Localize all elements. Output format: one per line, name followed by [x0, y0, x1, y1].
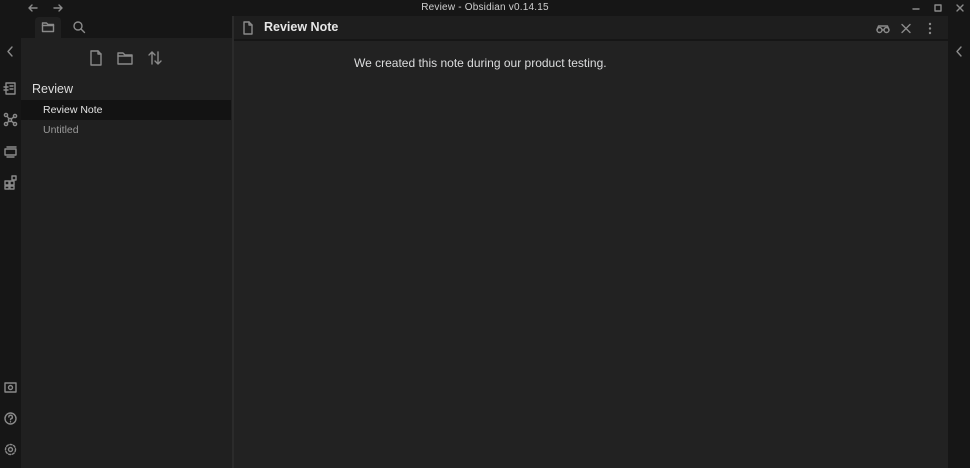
graph-view-icon[interactable]: [3, 112, 18, 127]
vault-folder-name[interactable]: Review: [32, 82, 73, 96]
editor-pane: Review Note We created this note during …: [234, 16, 948, 468]
maximize-icon[interactable]: [931, 2, 945, 14]
new-folder-icon[interactable]: [116, 49, 134, 67]
tab-file-explorer[interactable]: [35, 17, 61, 38]
templates-icon[interactable]: [3, 175, 18, 190]
note-body-text[interactable]: We created this note during our product …: [354, 56, 607, 70]
new-note-icon[interactable]: [87, 49, 105, 67]
reading-view-icon[interactable]: [875, 21, 891, 36]
quick-switcher-icon[interactable]: [3, 81, 18, 96]
file-item-untitled[interactable]: Untitled: [21, 120, 231, 140]
collapse-right-icon[interactable]: [952, 44, 967, 59]
tab-search[interactable]: [66, 17, 92, 38]
minimize-icon[interactable]: [909, 2, 923, 14]
file-explorer-sidebar: Review Review Note Untitled: [21, 16, 232, 468]
editor-header: Review Note: [234, 16, 948, 41]
collapse-left-icon[interactable]: [3, 44, 18, 59]
close-icon[interactable]: [898, 21, 914, 36]
help-icon[interactable]: [3, 411, 18, 426]
right-ribbon: [948, 16, 970, 468]
close-icon[interactable]: [953, 2, 967, 14]
sort-icon[interactable]: [146, 49, 164, 67]
folder-icon: [41, 20, 55, 34]
window-title: Review - Obsidian v0.14.15: [421, 2, 549, 13]
document-icon: [242, 21, 254, 35]
settings-icon[interactable]: [3, 442, 18, 457]
title-bar: Review - Obsidian v0.14.15: [0, 0, 970, 16]
search-icon: [72, 20, 86, 34]
sidebar-tab-bar: [21, 16, 232, 38]
left-ribbon: [0, 16, 21, 468]
file-item-review-note[interactable]: Review Note: [21, 100, 231, 120]
slides-icon[interactable]: [3, 144, 18, 159]
vault-switcher-icon[interactable]: [3, 380, 18, 395]
more-options-icon[interactable]: [922, 21, 938, 36]
note-title[interactable]: Review Note: [264, 20, 338, 34]
